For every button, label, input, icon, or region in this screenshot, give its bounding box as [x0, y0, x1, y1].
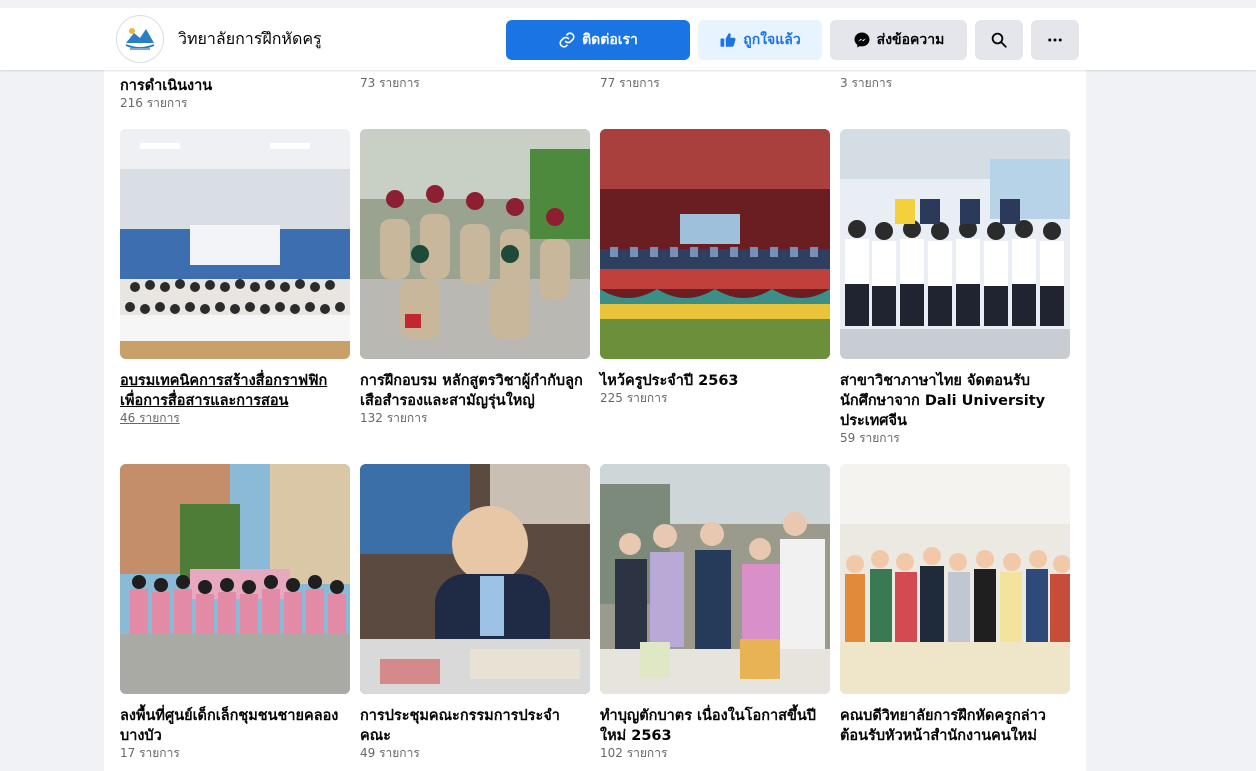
album-cover-photo[interactable] [360, 129, 590, 359]
album-count: 132 รายการ [360, 411, 428, 425]
album-cover-photo[interactable] [360, 464, 590, 694]
page-name[interactable]: วิทยาลัยการฝึกหัดครู [178, 27, 322, 52]
album-top-2[interactable]: 73 รายการ [360, 76, 590, 91]
album-card[interactable]: คณบดีวิทยาลัยการฝึกหัดครูกล่าวต้อนรับหัว… [840, 464, 1070, 746]
send-message-button[interactable]: ส่งข้อความ [830, 20, 967, 60]
album-count: 225 รายการ [600, 391, 668, 405]
album-card[interactable]: ไหว้ครูประจำปี 2563 225 รายการ [600, 129, 830, 406]
album-title[interactable]: คณบดีวิทยาลัยการฝึกหัดครูกล่าวต้อนรับหัว… [840, 706, 1070, 746]
album-title[interactable]: ไหว้ครูประจำปี 2563 [600, 371, 830, 391]
link-icon [559, 32, 575, 48]
page-brand[interactable]: วิทยาลัยการฝึกหัดครู [116, 15, 322, 63]
album-card[interactable]: การประชุมคณะกรรมการประจำคณะ 49 รายการ [360, 464, 590, 761]
album-card[interactable]: ลงพื้นที่ศูนย์เด็กเล็กชุมชนชายคลองบางบัว… [120, 464, 350, 761]
albums-panel: การดำเนินงาน 216 รายการ 73 รายการ 77 ราย… [104, 70, 1086, 771]
contact-us-button[interactable]: ติดต่อเรา [506, 20, 690, 60]
album-title[interactable]: การประชุมคณะกรรมการประจำคณะ [360, 706, 590, 746]
thumbs-up-icon [720, 33, 736, 47]
album-count: 46 รายการ [120, 411, 180, 425]
album-title[interactable]: การดำเนินงาน [120, 76, 350, 96]
album-count: 49 รายการ [360, 746, 420, 760]
album-card[interactable]: สาขาวิชาภาษาไทย จัดตอนรับนักศึกษาจาก Dal… [840, 129, 1070, 446]
album-card[interactable]: อบรมเทคนิคการสร้างสื่อกราฟฟิกเพื่อการสื่… [120, 129, 350, 426]
album-count: 73 รายการ [360, 76, 420, 90]
album-cover-photo[interactable] [840, 129, 1070, 359]
album-title[interactable]: อบรมเทคนิคการสร้างสื่อกราฟฟิกเพื่อการสื่… [120, 371, 350, 411]
page-header-bar: วิทยาลัยการฝึกหัดครู ติดต่อเรา ถูกใจแล้ว… [0, 8, 1256, 70]
more-options-button[interactable] [1031, 20, 1079, 60]
liked-button[interactable]: ถูกใจแล้ว [698, 20, 822, 60]
album-top-1[interactable]: การดำเนินงาน 216 รายการ [120, 76, 350, 111]
search-icon [991, 32, 1007, 48]
album-count: 3 รายการ [840, 76, 893, 90]
album-count: 216 รายการ [120, 96, 188, 110]
album-title[interactable]: ลงพื้นที่ศูนย์เด็กเล็กชุมชนชายคลองบางบัว [120, 706, 350, 746]
liked-label: ถูกใจแล้ว [743, 32, 801, 48]
page-actions: ติดต่อเรา ถูกใจแล้ว ส่งข้อความ [506, 20, 1087, 60]
contact-us-label: ติดต่อเรา [582, 32, 638, 48]
album-cover-photo[interactable] [600, 464, 830, 694]
album-title[interactable]: การฝึกอบรม หลักสูตรวิชาผู้กำกับลูกเสือสำ… [360, 371, 590, 411]
album-cover-photo[interactable] [840, 464, 1070, 694]
album-cover-photo[interactable] [600, 129, 830, 359]
album-top-4[interactable]: 3 รายการ [840, 76, 1070, 91]
album-title[interactable]: สาขาวิชาภาษาไทย จัดตอนรับนักศึกษาจาก Dal… [840, 371, 1070, 431]
album-card[interactable]: ทำบุญตักบาตร เนื่องในโอกาสขึ้นปีใหม่ 256… [600, 464, 830, 761]
album-count: 17 รายการ [120, 746, 180, 760]
album-count: 59 รายการ [840, 431, 900, 445]
album-cover-photo[interactable] [120, 129, 350, 359]
album-count: 77 รายการ [600, 76, 660, 90]
send-message-label: ส่งข้อความ [876, 32, 945, 48]
album-card[interactable]: การฝึกอบรม หลักสูตรวิชาผู้กำกับลูกเสือสำ… [360, 129, 590, 426]
page-logo[interactable] [116, 15, 164, 63]
album-count: 102 รายการ [600, 746, 668, 760]
messenger-icon [854, 32, 870, 48]
more-icon [1048, 38, 1062, 42]
album-top-3[interactable]: 77 รายการ [600, 76, 830, 91]
album-cover-photo[interactable] [120, 464, 350, 694]
search-button[interactable] [975, 20, 1023, 60]
album-title[interactable]: ทำบุญตักบาตร เนื่องในโอกาสขึ้นปีใหม่ 256… [600, 706, 830, 746]
